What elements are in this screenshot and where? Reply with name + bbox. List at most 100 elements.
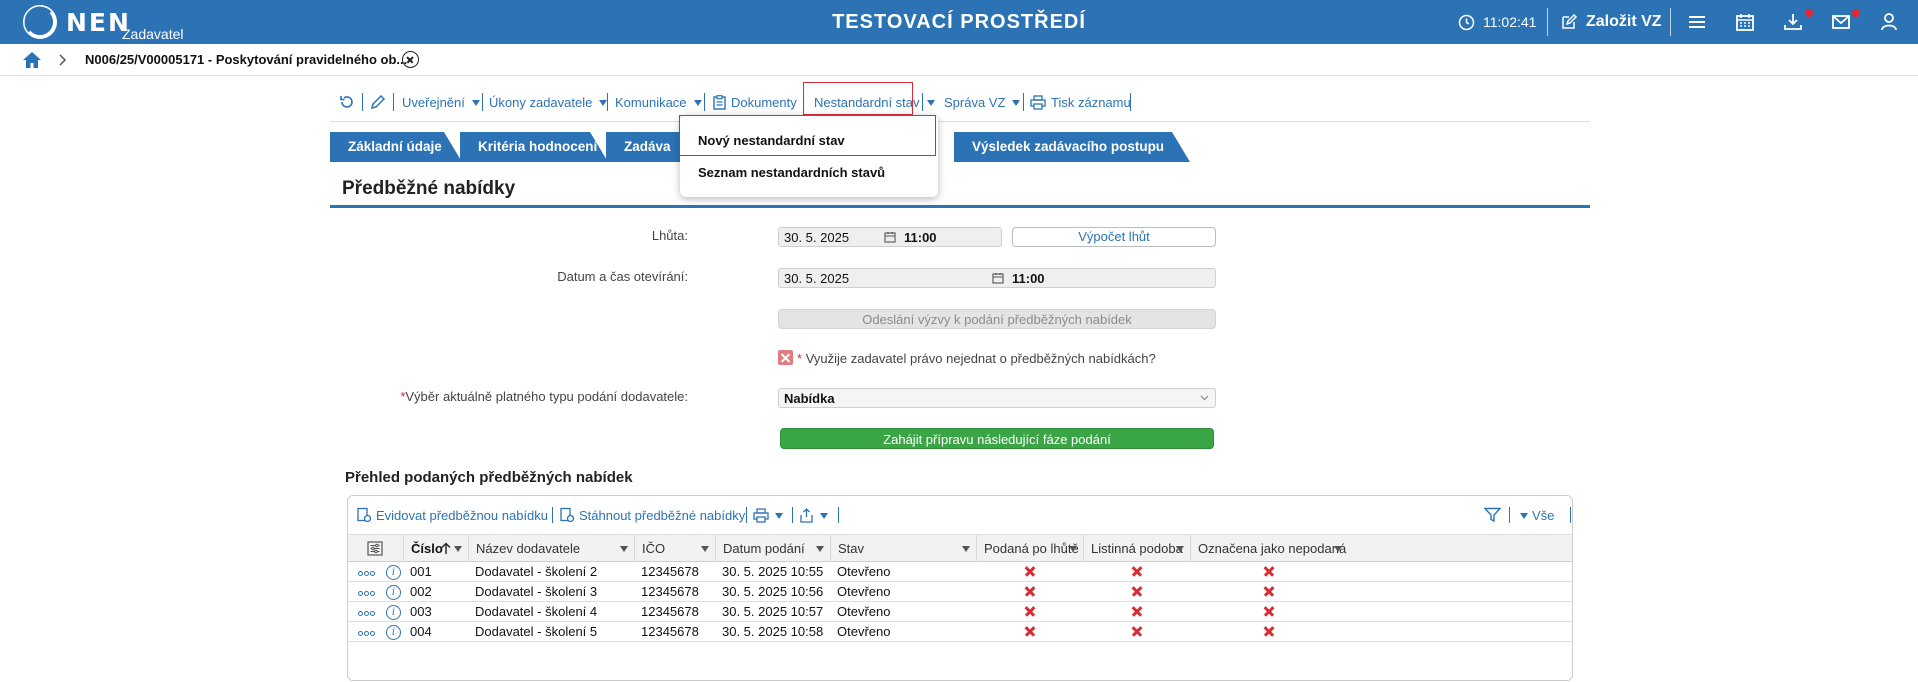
vyber-typu-select[interactable]: Nabídka [778,388,1216,408]
lhuta-date: 30. 5. 2025 [784,229,850,245]
calendar-icon[interactable] [992,272,1004,284]
zalozit-vz-label: Založit VZ [1586,13,1662,30]
filter-icon[interactable] [1484,507,1501,523]
download-icon[interactable] [1782,11,1804,33]
zahajit-pripravu-button[interactable]: Zahájit přípravu následující fáze podání [780,428,1214,449]
column-filter-icon[interactable] [816,546,824,552]
cell-datum: 30. 5. 2025 10:58 [722,624,824,639]
row-actions-icon[interactable] [358,611,378,616]
cell-datum: 30. 5. 2025 10:56 [722,584,824,599]
column-header-datum-podani[interactable]: Datum podání [715,535,830,562]
column-label: Číslo [411,541,443,556]
column-filter-icon[interactable] [620,546,628,552]
table-row[interactable]: i 002 Dodavatel - školení 3 12345678 30.… [348,582,1572,602]
cell-ico: 12345678 [641,624,699,639]
odeslani-vyzvy-button[interactable]: Odeslání výzvy k podání předběžných nabí… [778,309,1216,329]
tab-zakladni-udaje[interactable]: Základní údaje [330,132,462,162]
toolbar-ukony-zadavatele[interactable]: Úkony zadavatele [489,82,608,122]
dropdown-arrow-icon [820,513,828,519]
zalozit-vz-button[interactable]: Založit VZ [1560,0,1662,44]
action-toolbar: Uveřejnění Úkony zadavatele Komunikace D… [330,82,1590,122]
no-icon [1025,586,1035,596]
cell-cislo: 003 [410,604,432,619]
calendar-icon[interactable] [884,231,896,243]
table-row[interactable]: i 004 Dodavatel - školení 5 12345678 30.… [348,622,1572,642]
topbar-divider [1670,8,1671,36]
column-header-listinna-podoba[interactable]: Listinná podoba [1083,535,1190,562]
row-actions-icon[interactable] [358,631,378,636]
toolbar-tisk-label: Tisk záznamu [1051,94,1131,110]
column-filter-icon[interactable] [1334,546,1342,552]
section-title: Přehled podaných předběžných nabídek [345,469,633,486]
grid-print-button[interactable] [753,496,783,534]
topbar-divider [1547,8,1548,36]
toolbar-komunikace-label: Komunikace [615,94,687,110]
tab-vysledek-zadavaciho-postupu[interactable]: Výsledek zadávacího postupu [954,132,1190,162]
user-icon[interactable] [1878,11,1900,33]
column-header-cislo[interactable]: Číslo [403,535,468,562]
breadcrumb-title[interactable]: N006/25/V00005171 - Poskytování pravidel… [85,52,407,67]
column-filter-icon[interactable] [1176,546,1184,552]
sort-ascending-icon [441,542,451,554]
column-label: Listinná podoba [1091,541,1183,556]
grid-toolbar-divider [838,507,839,523]
dropdown-arrow-icon [471,100,480,106]
table-row[interactable]: i 003 Dodavatel - školení 4 12345678 30.… [348,602,1572,622]
toolbar-sprava-vz[interactable]: Správa VZ [944,82,1021,122]
no-icon [1132,606,1142,616]
column-settings-header[interactable] [348,535,403,562]
no-icon [1132,566,1142,576]
info-icon[interactable]: i [386,605,401,620]
cell-cislo: 002 [410,584,432,599]
lhuta-field[interactable]: 30. 5. 2025 11:00 [778,227,1002,247]
toolbar-sprava-label: Správa VZ [944,94,1006,110]
dropdown-arrow-icon [775,513,783,519]
cell-nazev: Dodavatel - školení 3 [475,584,598,599]
tab-kriteria-hodnoceni[interactable]: Kritéria hodnocení [460,132,608,162]
stahnout-predbezne-nabidky-button[interactable]: Stáhnout předběžné nabídky [559,496,745,534]
grid-export-button[interactable] [799,496,828,534]
pravo-checkbox[interactable] [778,350,793,365]
chevron-right-icon [59,54,67,66]
home-icon[interactable] [22,51,42,69]
no-icon [1025,566,1035,576]
column-filter-icon[interactable] [454,546,462,552]
column-header-podana-po-lhute[interactable]: Podaná po lhůtě [976,535,1083,562]
refresh-icon[interactable] [339,94,355,110]
column-header-nazev[interactable]: Název dodavatele [468,535,634,562]
lhuta-time: 11:00 [904,229,937,245]
column-filter-icon[interactable] [962,546,970,552]
toolbar-tisk-zaznamu[interactable]: Tisk záznamu [1030,82,1131,122]
filter-preset-vse[interactable]: Vše [1518,496,1554,534]
column-header-ico[interactable]: IČO [634,535,715,562]
menu-icon[interactable] [1686,11,1708,33]
stahnout-label: Stáhnout předběžné nabídky [579,507,746,523]
mail-icon[interactable] [1830,11,1852,33]
table-row[interactable]: i 001 Dodavatel - školení 2 12345678 30.… [348,562,1572,582]
info-icon[interactable]: i [386,565,401,580]
info-icon[interactable]: i [386,585,401,600]
dropdown-arrow-icon [693,100,702,106]
edit-icon [1562,13,1578,29]
row-actions-icon[interactable] [358,591,378,596]
pencil-icon[interactable] [370,94,386,110]
row-actions-icon[interactable] [358,571,378,576]
toolbar-uverejneni[interactable]: Uveřejnění [402,82,480,122]
predbezne-nabidky-grid: Evidovat předběžnou nabídku Stáhnout pře… [347,495,1573,681]
evidovat-predbeznou-nabidku-button[interactable]: Evidovat předběžnou nabídku [356,496,548,534]
otevirani-field[interactable]: 30. 5. 2025 11:00 [778,268,1216,288]
column-filter-icon[interactable] [1069,546,1077,552]
info-icon[interactable]: i [386,625,401,640]
grid-toolbar: Evidovat předběžnou nabídku Stáhnout pře… [348,496,1572,534]
nen-logo-icon[interactable] [22,4,58,40]
column-header-oznacena-jako-nepodana[interactable]: Označena jako nepodaná [1190,535,1348,562]
clock-icon [1458,14,1475,30]
calendar-icon[interactable] [1734,11,1756,33]
toolbar-divider [362,93,363,111]
vypocet-lhut-button[interactable]: Výpočet lhůt [1012,227,1216,247]
column-filter-icon[interactable] [701,546,709,552]
close-icon[interactable] [402,51,419,68]
menu-item-seznam-nestandardnich-stavu[interactable]: Seznam nestandardních stavů [698,165,885,180]
column-header-stav[interactable]: Stav [830,535,976,562]
grid-toolbar-divider [552,507,553,523]
